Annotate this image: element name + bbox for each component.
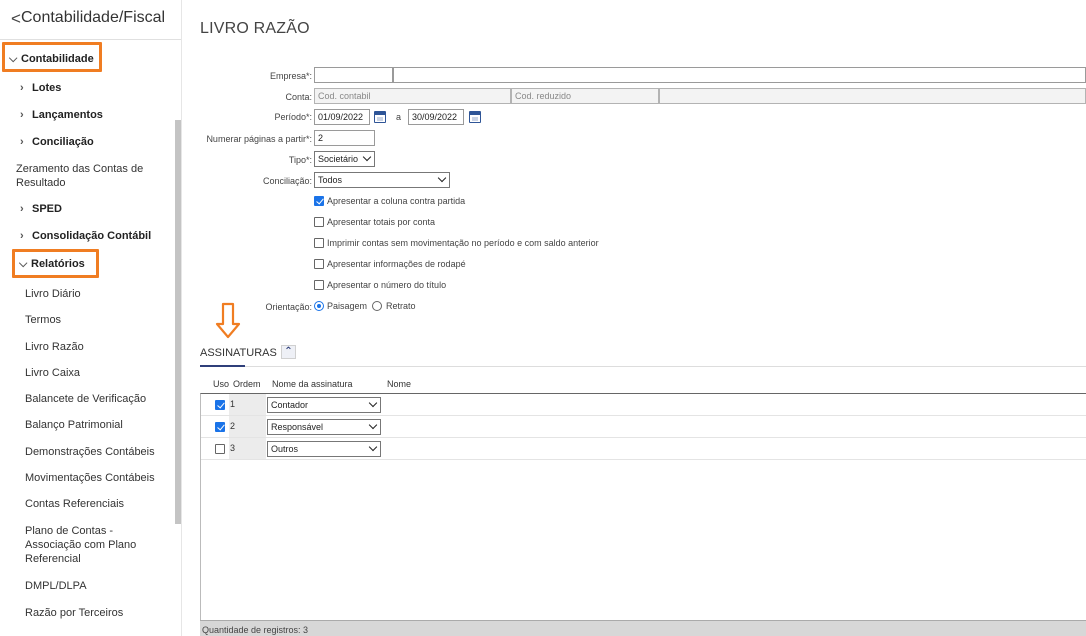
nav-livro-caixa[interactable]: Livro Caixa [25,366,80,380]
calendar-icon[interactable] [374,111,386,123]
assinaturas-title[interactable]: ASSINATURAS [200,347,277,359]
assinaturas-grid: 1 Contador 2 Responsável 3 Outros [200,393,1086,620]
numerar-label: Numerar páginas a partir*: [206,134,312,144]
nav-livro-diario[interactable]: Livro Diário [25,287,81,301]
chevron-right-icon: › [20,203,24,215]
chevron-down-icon [368,442,378,452]
periodo-fim-input[interactable]: 30/09/2022 [408,109,464,125]
tipo-select-value: Societário [318,154,359,164]
sidebar-header: < Contabilidade/Fiscal [0,0,181,40]
empresa-label: Empresa*: [269,71,312,81]
option-label-contra-partida: Apresentar a coluna contra partida [327,196,466,206]
conciliacao-select-value: Todos [318,175,343,185]
col-header-nome[interactable]: Nome [387,379,411,389]
conta-contabil-input[interactable]: Cod. contabil [314,88,511,104]
module-title: Contabilidade/Fiscal [21,9,166,26]
table-row[interactable]: 2 Responsável [201,416,1086,438]
option-checkbox-numero-titulo[interactable] [314,280,324,290]
option-checkbox-rodape[interactable] [314,259,324,269]
ordem-cell: 2 [229,416,266,437]
chevron-down-icon: ⌵ [9,53,18,65]
col-header-nome-assinatura[interactable]: Nome da assinatura [272,379,353,389]
nav-demonstracoes[interactable]: Demonstrações Contábeis [25,445,155,459]
conciliacao-select[interactable]: Todos [314,172,450,188]
assinatura-select-value: Responsável [271,422,324,432]
option-label-numero-titulo: Apresentar o número do título [327,280,447,290]
nav-contabilidade-label: Contabilidade [21,53,94,65]
nav-sped-label: SPED [32,203,62,215]
table-row[interactable]: 1 Contador [201,394,1086,416]
nav-balanco[interactable]: Balanço Patrimonial [25,418,123,432]
calendar-icon[interactable] [469,111,481,123]
assinatura-select[interactable]: Contador [267,397,381,413]
assinatura-select[interactable]: Outros [267,441,381,457]
back-chevron-icon[interactable]: < [11,9,21,29]
double-chevron-up-icon[interactable]: ⌃ [281,345,296,359]
nav-plano-contas[interactable]: Plano de Contas - Associação com Plano R… [25,524,155,566]
empresa-name-input[interactable] [393,67,1086,83]
nav-relatorios[interactable]: ⌵ Relatórios [19,258,181,271]
empresa-code-input[interactable] [314,67,393,83]
nav-sped[interactable]: › SPED [20,203,181,215]
option-checkbox-sem-movimentacao[interactable] [314,238,324,248]
option-checkbox-contra-partida[interactable] [314,196,324,206]
assinatura-select-value: Outros [271,444,299,454]
uso-checkbox[interactable] [215,422,225,432]
chevron-down-icon [368,398,378,408]
tipo-label: Tipo*: [288,155,312,165]
conta-reduzido-input[interactable]: Cod. reduzido [511,88,659,104]
radio-retrato[interactable] [372,301,382,311]
periodo-inicio-input[interactable]: 01/09/2022 [314,109,370,125]
nav-consolidacao-label: Consolidação Contábil [32,230,152,242]
nav-balancete[interactable]: Balancete de Verificação [25,392,146,406]
nav-consolidacao[interactable]: › Consolidação Contábil [20,230,181,242]
col-header-uso[interactable]: Uso [213,379,229,389]
down-arrow-icon [215,302,241,339]
chevron-down-icon [362,152,372,162]
uso-checkbox[interactable] [215,444,225,454]
nav-contas-referenciais[interactable]: Contas Referenciais [25,497,124,511]
uso-checkbox[interactable] [215,400,225,410]
nav-movimentacoes[interactable]: Movimentações Contábeis [25,471,155,485]
numerar-input[interactable]: 2 [314,130,375,146]
option-checkbox-totais[interactable] [314,217,324,227]
col-header-ordem[interactable]: Ordem [233,379,261,389]
periodo-separator: a [396,112,402,122]
nav-contabilidade[interactable]: ⌵ Contabilidade [9,53,181,66]
nav-razao-terceiros[interactable]: Razão por Terceiros [25,606,123,620]
radio-retrato-label: Retrato [386,301,416,311]
conta-descricao-input[interactable] [659,88,1086,104]
chevron-down-icon [368,420,378,430]
chevron-down-icon [437,173,447,183]
nav-termos[interactable]: Termos [25,313,61,327]
nav-dmpl[interactable]: DMPL/DLPA [25,579,87,593]
conta-label: Conta: [285,92,312,102]
ordem-cell: 1 [229,394,266,415]
assinatura-select[interactable]: Responsável [267,419,381,435]
periodo-label: Período*: [274,112,312,122]
tipo-select[interactable]: Societário [314,151,375,167]
radio-paisagem-label: Paisagem [327,301,368,311]
option-label-sem-movimentacao: Imprimir contas sem movimentação no perí… [327,238,599,248]
chevron-right-icon: › [20,230,24,242]
divider [245,366,1086,367]
option-label-totais: Apresentar totais por conta [327,217,436,227]
table-row[interactable]: 3 Outros [201,438,1086,460]
grid-footer: Quantidade de registros: 3 [200,620,1086,636]
assinatura-select-value: Contador [271,400,309,410]
ordem-cell: 3 [229,438,266,459]
nav-relatorios-label: Relatórios [31,258,85,270]
assinaturas-tab-underline [200,365,245,367]
option-label-rodape: Apresentar informações de rodapé [327,259,466,269]
conciliacao-label: Conciliação: [262,176,312,186]
radio-paisagem[interactable] [314,301,324,311]
orientacao-label: Orientação: [265,302,312,312]
chevron-down-icon: ⌵ [19,258,28,270]
nav-livro-razao[interactable]: Livro Razão [25,340,84,354]
page-title: LIVRO RAZÃO [200,20,310,37]
